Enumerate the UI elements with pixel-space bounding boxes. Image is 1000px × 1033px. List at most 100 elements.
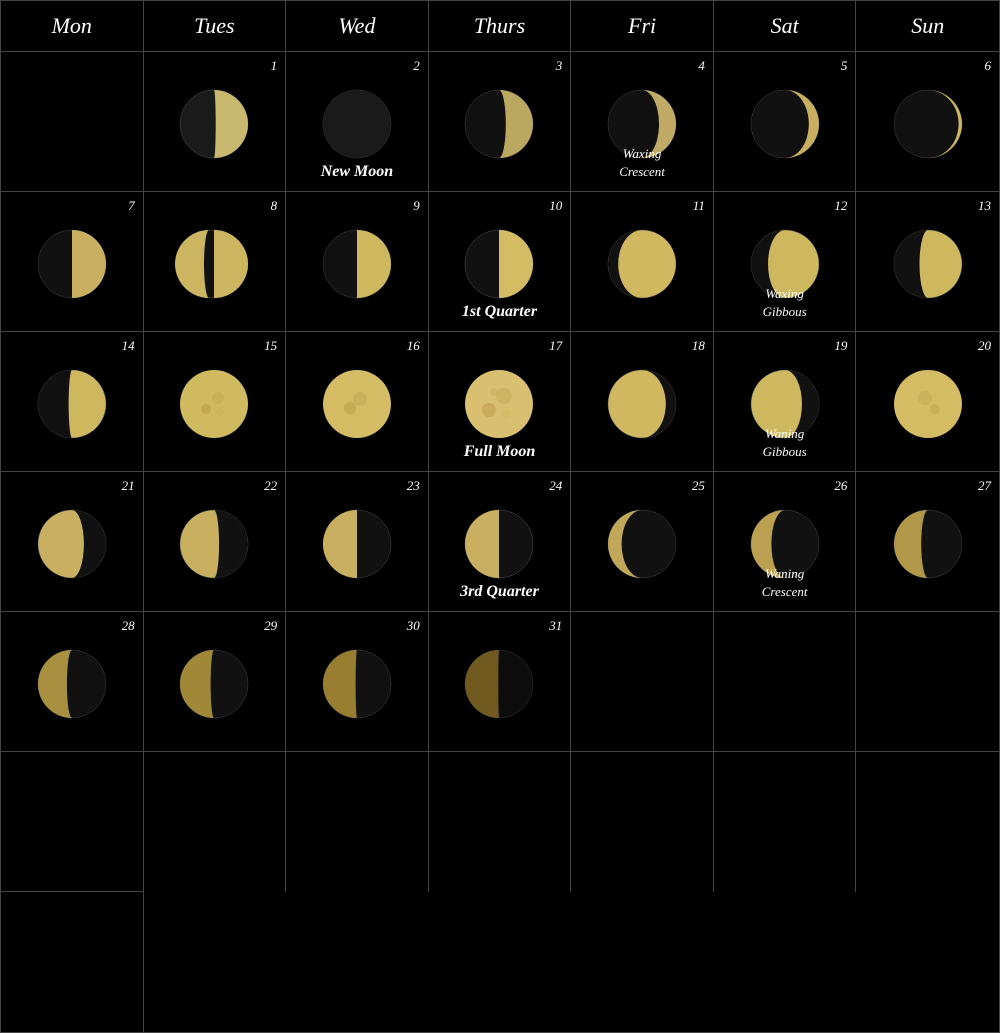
day-number: 23	[407, 478, 420, 494]
day-cell-11: 11	[571, 192, 714, 332]
day-number: 28	[122, 618, 135, 634]
moon-phase-image	[459, 364, 539, 444]
day-cell-15: 15	[144, 332, 287, 472]
day-number: 25	[692, 478, 705, 494]
day-number: 11	[693, 198, 705, 214]
phase-label: Full Moon	[436, 441, 563, 463]
day-header-sun: Sun	[856, 1, 999, 51]
day-cell-31: 31	[429, 612, 572, 752]
day-number: 14	[122, 338, 135, 354]
day-number: 19	[834, 338, 847, 354]
empty-cell	[1, 752, 144, 892]
day-number: 9	[413, 198, 420, 214]
day-cell-28: 28	[1, 612, 144, 752]
moon-phase-image	[317, 644, 397, 724]
day-number: 10	[549, 198, 562, 214]
moon-phase-image	[174, 644, 254, 724]
moon-phase-image	[602, 224, 682, 304]
day-cell-21: 21	[1, 472, 144, 612]
day-cell-20: 20	[856, 332, 999, 472]
moon-phase-image	[459, 84, 539, 164]
day-number: 12	[834, 198, 847, 214]
day-cell-10: 10 1st Quarter	[429, 192, 572, 332]
moon-phase-image	[602, 364, 682, 444]
day-cell-13: 13	[856, 192, 999, 332]
moon-phase-image	[32, 504, 112, 584]
moon-phase-image	[745, 84, 825, 164]
phase-label: New Moon	[293, 161, 420, 183]
day-header-sat: Sat	[714, 1, 857, 51]
calendar-body: 1 2 New Moon3 4 WaxingCrescent5 6 7	[1, 52, 999, 1032]
day-cell-7: 7	[1, 192, 144, 332]
day-header-tues: Tues	[144, 1, 287, 51]
moon-phase-image	[32, 364, 112, 444]
day-cell-24: 24 3rd Quarter	[429, 472, 572, 612]
day-cell-6: 6	[856, 52, 999, 192]
empty-cell	[714, 612, 857, 752]
day-number: 6	[984, 58, 991, 74]
empty-cell	[429, 752, 572, 892]
empty-cell	[856, 752, 999, 892]
day-number: 22	[264, 478, 277, 494]
moon-phase-image	[888, 84, 968, 164]
day-cell-4: 4 WaxingCrescent	[571, 52, 714, 192]
day-number: 3	[556, 58, 563, 74]
day-number: 21	[122, 478, 135, 494]
day-number: 1	[271, 58, 278, 74]
day-cell-3: 3	[429, 52, 572, 192]
day-number: 30	[407, 618, 420, 634]
empty-cell	[286, 752, 429, 892]
moon-phase-image	[888, 224, 968, 304]
phase-label: WaxingGibbous	[721, 285, 848, 321]
day-number: 29	[264, 618, 277, 634]
moon-phase-image	[459, 504, 539, 584]
moon-phase-image	[888, 364, 968, 444]
day-cell-26: 26 WaningCrescent	[714, 472, 857, 612]
moon-phase-image	[459, 644, 539, 724]
moon-phase-image	[174, 364, 254, 444]
day-cell-30: 30	[286, 612, 429, 752]
day-header-wed: Wed	[286, 1, 429, 51]
moon-phase-image	[888, 504, 968, 584]
day-cell-16: 16	[286, 332, 429, 472]
empty-cell	[1, 52, 144, 192]
day-number: 7	[128, 198, 135, 214]
day-number: 16	[407, 338, 420, 354]
moon-phase-image	[32, 224, 112, 304]
moon-phase-image	[317, 364, 397, 444]
day-cell-9: 9	[286, 192, 429, 332]
day-cell-19: 19 WaningGibbous	[714, 332, 857, 472]
day-number: 26	[834, 478, 847, 494]
phase-label: 3rd Quarter	[436, 581, 563, 603]
moon-phase-image	[174, 504, 254, 584]
moon-phase-image	[32, 644, 112, 724]
day-cell-1: 1	[144, 52, 287, 192]
phase-label: 1st Quarter	[436, 301, 563, 323]
day-number: 27	[978, 478, 991, 494]
day-cell-27: 27	[856, 472, 999, 612]
phase-label: WaningGibbous	[721, 425, 848, 461]
day-number: 15	[264, 338, 277, 354]
day-cell-2: 2 New Moon	[286, 52, 429, 192]
day-number: 8	[271, 198, 278, 214]
moon-calendar: MonTuesWedThursFriSatSun 1 2 New Moon3 4…	[0, 0, 1000, 1033]
empty-cell	[571, 752, 714, 892]
day-cell-18: 18	[571, 332, 714, 472]
day-number: 18	[692, 338, 705, 354]
day-number: 20	[978, 338, 991, 354]
phase-label: WaxingCrescent	[578, 145, 705, 181]
day-header-thurs: Thurs	[429, 1, 572, 51]
moon-phase-image	[174, 224, 254, 304]
moon-phase-image	[317, 224, 397, 304]
empty-cell	[144, 752, 287, 892]
day-cell-8: 8	[144, 192, 287, 332]
moon-phase-image	[459, 224, 539, 304]
empty-cell	[856, 612, 999, 752]
moon-phase-image	[317, 504, 397, 584]
day-cell-23: 23	[286, 472, 429, 612]
moon-phase-image	[602, 504, 682, 584]
day-number: 4	[698, 58, 705, 74]
day-cell-14: 14	[1, 332, 144, 472]
moon-phase-image	[317, 84, 397, 164]
day-number: 24	[549, 478, 562, 494]
